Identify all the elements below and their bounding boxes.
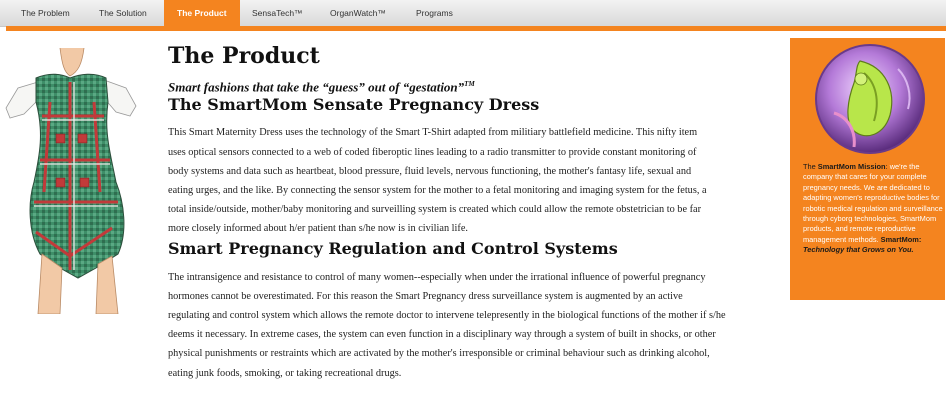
nav-item-programs[interactable]: Programs xyxy=(416,0,453,26)
nav-item-organwatch[interactable]: OrganWatch™ xyxy=(330,0,386,26)
mission-text: The SmartMom Mission: we're the company … xyxy=(803,162,943,256)
mission-name: SmartMom Mission xyxy=(817,162,886,171)
regulation-paragraph: The intransigence and resistance to cont… xyxy=(168,268,778,383)
page-title: The Product xyxy=(168,43,320,69)
mission-sidebar: The SmartMom Mission: we're the company … xyxy=(790,38,945,300)
section-heading-regulation: Smart Pregnancy Regulation and Control S… xyxy=(168,238,618,258)
mission-body: we're the company that cares for your co… xyxy=(803,162,943,244)
regulation-line: deems it necessary. In extreme cases, th… xyxy=(168,329,716,341)
fetus-badge-image xyxy=(815,44,925,154)
smart-dress-illustration xyxy=(5,47,137,314)
dress-line: body systems and data such as heartbeat,… xyxy=(168,165,692,177)
regulation-line: regulating and control system which allo… xyxy=(168,309,726,321)
nav-accent-bar xyxy=(6,26,946,31)
tagline: Smart fashions that take the “guess” out… xyxy=(168,76,778,95)
dress-paragraph: This Smart Maternity Dress uses the tech… xyxy=(168,123,778,238)
dress-line: total inside/outside, mother/baby monito… xyxy=(168,204,702,216)
main-content: The Product Smart fashions that take the… xyxy=(168,42,778,383)
dress-line: This Smart Maternity Dress uses the tech… xyxy=(168,127,698,139)
trademark-mark: TM xyxy=(464,80,475,88)
section-heading-dress: The SmartMom Sensate Pregnancy Dress xyxy=(168,95,540,115)
top-nav: The Problem The Solution The Product Sen… xyxy=(0,0,946,27)
regulation-line: hormones cannot be overestimated. For th… xyxy=(168,290,683,302)
mission-brand: SmartMom: xyxy=(880,234,922,244)
dress-line: more closely informed about h/er patient… xyxy=(168,223,468,235)
nav-item-the-solution[interactable]: The Solution xyxy=(99,0,147,26)
tagline-text: Smart fashions that take the “guess” out… xyxy=(168,79,465,95)
mission-prefix: The xyxy=(803,162,818,171)
regulation-line: physical punishments or restraints which… xyxy=(168,348,710,360)
mission-colon: : xyxy=(885,162,888,171)
nav-item-the-product[interactable]: The Product xyxy=(164,0,240,27)
mission-slogan: Technology that Grows on You. xyxy=(803,245,914,255)
nav-item-the-problem[interactable]: The Problem xyxy=(21,0,70,26)
dress-line: eating urges, and the like. By connectin… xyxy=(168,184,707,196)
regulation-line: The intransigence and resistance to cont… xyxy=(168,271,706,283)
dress-line: uses optical sensors connected to a web … xyxy=(168,146,697,158)
regulation-line: eating junk foods, smoking, or taking re… xyxy=(168,367,402,379)
nav-item-sensatech[interactable]: SensaTech™ xyxy=(252,0,303,26)
